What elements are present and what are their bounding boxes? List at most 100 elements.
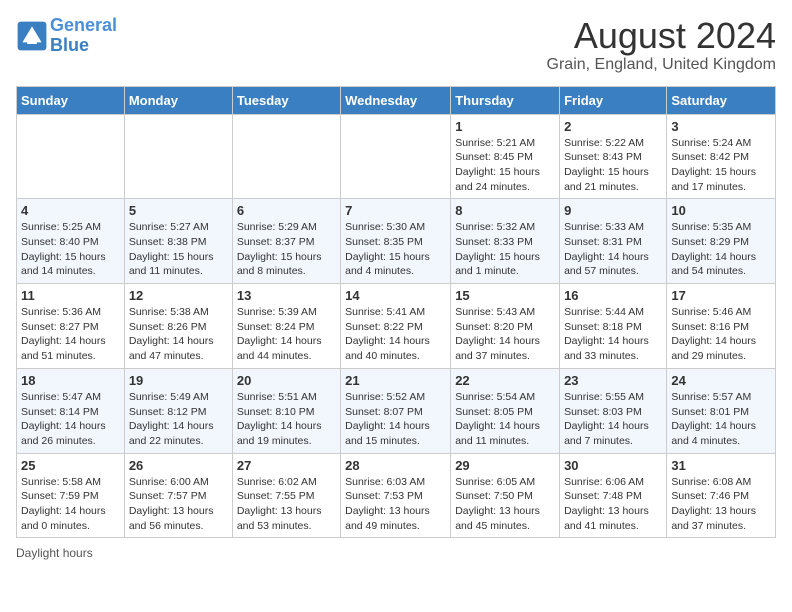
logo-general: General <box>50 15 117 35</box>
day-number: 27 <box>237 458 336 473</box>
day-info: Sunrise: 5:35 AM Sunset: 8:29 PM Dayligh… <box>671 220 771 279</box>
day-cell <box>17 114 125 199</box>
day-info: Sunrise: 5:43 AM Sunset: 8:20 PM Dayligh… <box>455 305 555 364</box>
day-number: 11 <box>21 288 120 303</box>
day-info: Sunrise: 5:51 AM Sunset: 8:10 PM Dayligh… <box>237 390 336 449</box>
day-info: Sunrise: 5:54 AM Sunset: 8:05 PM Dayligh… <box>455 390 555 449</box>
day-cell: 19Sunrise: 5:49 AM Sunset: 8:12 PM Dayli… <box>124 368 232 453</box>
day-number: 16 <box>564 288 662 303</box>
day-number: 9 <box>564 203 662 218</box>
day-info: Sunrise: 5:46 AM Sunset: 8:16 PM Dayligh… <box>671 305 771 364</box>
day-cell: 1 Sunrise: 5:21 AM Sunset: 8:45 PM Daylig… <box>451 114 560 199</box>
day-cell: 21Sunrise: 5:52 AM Sunset: 8:07 PM Dayli… <box>341 368 451 453</box>
day-cell <box>232 114 340 199</box>
weekday-header-tuesday: Tuesday <box>232 86 340 114</box>
day-number: 25 <box>21 458 120 473</box>
footer-daylight-label: Daylight hours <box>16 546 93 560</box>
day-cell: 28 Sunrise: 6:03 AM Sunset: 7:53 PM Dayli… <box>341 453 451 538</box>
weekday-header-friday: Friday <box>560 86 667 114</box>
day-info: Sunrise: 6:05 AM Sunset: 7:50 PM Dayligh… <box>455 475 555 534</box>
day-cell: 18 Sunrise: 5:47 AM Sunset: 8:14 PM Dayli… <box>17 368 125 453</box>
day-number: 15 <box>455 288 555 303</box>
day-cell: 14 Sunrise: 5:41 AM Sunset: 8:22 PM Dayli… <box>341 284 451 369</box>
week-row-1: 1 Sunrise: 5:21 AM Sunset: 8:45 PM Daylig… <box>17 114 776 199</box>
day-number: 18 <box>21 373 120 388</box>
weekday-header-sunday: Sunday <box>17 86 125 114</box>
weekday-header-wednesday: Wednesday <box>341 86 451 114</box>
day-info: Sunrise: 5:21 AM Sunset: 8:45 PM Dayligh… <box>455 136 555 195</box>
day-info: Sunrise: 6:00 AM Sunset: 7:57 PM Dayligh… <box>129 475 228 534</box>
day-info: Sunrise: 5:27 AM Sunset: 8:38 PM Dayligh… <box>129 220 228 279</box>
day-info: Sunrise: 5:55 AM Sunset: 8:03 PM Dayligh… <box>564 390 662 449</box>
day-cell: 25 Sunrise: 5:58 AM Sunset: 7:59 PM Dayli… <box>17 453 125 538</box>
day-number: 5 <box>129 203 228 218</box>
logo: General Blue <box>16 16 117 56</box>
day-cell: 2 Sunrise: 5:22 AM Sunset: 8:43 PM Daylig… <box>560 114 667 199</box>
day-info: Sunrise: 6:02 AM Sunset: 7:55 PM Dayligh… <box>237 475 336 534</box>
day-number: 22 <box>455 373 555 388</box>
day-info: Sunrise: 5:41 AM Sunset: 8:22 PM Dayligh… <box>345 305 446 364</box>
day-number: 14 <box>345 288 446 303</box>
title-area: August 2024 Grain, England, United Kingd… <box>547 16 776 74</box>
day-cell: 17 Sunrise: 5:46 AM Sunset: 8:16 PM Dayli… <box>667 284 776 369</box>
day-info: Sunrise: 5:25 AM Sunset: 8:40 PM Dayligh… <box>21 220 120 279</box>
day-info: Sunrise: 5:57 AM Sunset: 8:01 PM Dayligh… <box>671 390 771 449</box>
logo-text: General Blue <box>50 16 117 56</box>
day-number: 28 <box>345 458 446 473</box>
day-number: 13 <box>237 288 336 303</box>
day-cell: 29 Sunrise: 6:05 AM Sunset: 7:50 PM Dayli… <box>451 453 560 538</box>
day-cell: 6Sunrise: 5:29 AM Sunset: 8:37 PM Daylig… <box>232 199 340 284</box>
day-number: 31 <box>671 458 771 473</box>
day-cell: 8 Sunrise: 5:32 AM Sunset: 8:33 PM Daylig… <box>451 199 560 284</box>
weekday-header-monday: Monday <box>124 86 232 114</box>
day-number: 23 <box>564 373 662 388</box>
day-info: Sunrise: 6:06 AM Sunset: 7:48 PM Dayligh… <box>564 475 662 534</box>
day-cell: 4 Sunrise: 5:25 AM Sunset: 8:40 PM Daylig… <box>17 199 125 284</box>
day-cell: 10 Sunrise: 5:35 AM Sunset: 8:29 PM Dayli… <box>667 199 776 284</box>
day-number: 1 <box>455 119 555 134</box>
logo-icon <box>16 20 48 52</box>
footer-note: Daylight hours <box>16 546 776 560</box>
day-number: 8 <box>455 203 555 218</box>
day-info: Sunrise: 6:08 AM Sunset: 7:46 PM Dayligh… <box>671 475 771 534</box>
day-cell: 30 Sunrise: 6:06 AM Sunset: 7:48 PM Dayli… <box>560 453 667 538</box>
day-number: 17 <box>671 288 771 303</box>
day-number: 4 <box>21 203 120 218</box>
week-row-3: 11Sunrise: 5:36 AM Sunset: 8:27 PM Dayli… <box>17 284 776 369</box>
day-info: Sunrise: 5:29 AM Sunset: 8:37 PM Dayligh… <box>237 220 336 279</box>
day-cell: 22 Sunrise: 5:54 AM Sunset: 8:05 PM Dayli… <box>451 368 560 453</box>
day-number: 30 <box>564 458 662 473</box>
weekday-header-saturday: Saturday <box>667 86 776 114</box>
day-cell: 20Sunrise: 5:51 AM Sunset: 8:10 PM Dayli… <box>232 368 340 453</box>
day-info: Sunrise: 5:58 AM Sunset: 7:59 PM Dayligh… <box>21 475 120 534</box>
day-cell: 11Sunrise: 5:36 AM Sunset: 8:27 PM Dayli… <box>17 284 125 369</box>
day-cell <box>124 114 232 199</box>
day-cell <box>341 114 451 199</box>
weekday-header-row: SundayMondayTuesdayWednesdayThursdayFrid… <box>17 86 776 114</box>
day-cell: 7Sunrise: 5:30 AM Sunset: 8:35 PM Daylig… <box>341 199 451 284</box>
day-info: Sunrise: 5:47 AM Sunset: 8:14 PM Dayligh… <box>21 390 120 449</box>
page-title: August 2024 <box>547 16 776 56</box>
day-info: Sunrise: 5:49 AM Sunset: 8:12 PM Dayligh… <box>129 390 228 449</box>
day-info: Sunrise: 5:22 AM Sunset: 8:43 PM Dayligh… <box>564 136 662 195</box>
day-cell: 13Sunrise: 5:39 AM Sunset: 8:24 PM Dayli… <box>232 284 340 369</box>
day-number: 12 <box>129 288 228 303</box>
calendar-table: SundayMondayTuesdayWednesdayThursdayFrid… <box>16 86 776 539</box>
week-row-4: 18 Sunrise: 5:47 AM Sunset: 8:14 PM Dayli… <box>17 368 776 453</box>
day-info: Sunrise: 5:52 AM Sunset: 8:07 PM Dayligh… <box>345 390 446 449</box>
day-number: 2 <box>564 119 662 134</box>
day-number: 29 <box>455 458 555 473</box>
day-cell: 24Sunrise: 5:57 AM Sunset: 8:01 PM Dayli… <box>667 368 776 453</box>
day-cell: 16Sunrise: 5:44 AM Sunset: 8:18 PM Dayli… <box>560 284 667 369</box>
day-info: Sunrise: 5:24 AM Sunset: 8:42 PM Dayligh… <box>671 136 771 195</box>
day-info: Sunrise: 5:32 AM Sunset: 8:33 PM Dayligh… <box>455 220 555 279</box>
weekday-header-thursday: Thursday <box>451 86 560 114</box>
day-cell: 5 Sunrise: 5:27 AM Sunset: 8:38 PM Daylig… <box>124 199 232 284</box>
day-info: Sunrise: 6:03 AM Sunset: 7:53 PM Dayligh… <box>345 475 446 534</box>
day-number: 3 <box>671 119 771 134</box>
header-area: General Blue August 2024 Grain, England,… <box>16 16 776 74</box>
day-cell: 12Sunrise: 5:38 AM Sunset: 8:26 PM Dayli… <box>124 284 232 369</box>
day-cell: 27 Sunrise: 6:02 AM Sunset: 7:55 PM Dayli… <box>232 453 340 538</box>
day-info: Sunrise: 5:30 AM Sunset: 8:35 PM Dayligh… <box>345 220 446 279</box>
day-number: 10 <box>671 203 771 218</box>
